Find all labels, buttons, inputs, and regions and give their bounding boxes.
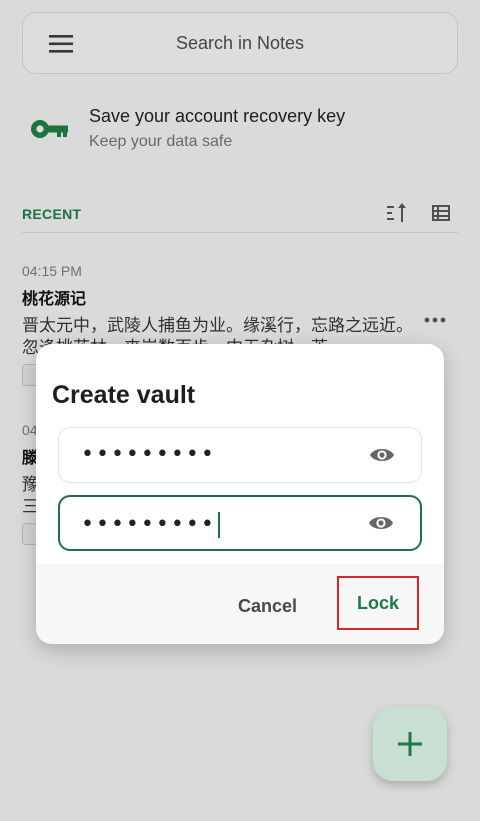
create-vault-dialog: Create vault ••••••••• ••••••••• Cancel … — [36, 344, 444, 644]
plus-icon — [398, 732, 422, 756]
eye-icon[interactable] — [368, 513, 394, 533]
password-value: ••••••••• — [81, 442, 216, 467]
text-caret — [217, 512, 220, 538]
confirm-password-field[interactable]: ••••••••• — [58, 495, 422, 551]
confirm-password-value: ••••••••• — [81, 512, 216, 537]
dialog-title: Create vault — [52, 381, 196, 409]
cancel-button[interactable]: Cancel — [238, 596, 297, 617]
lock-button[interactable]: Lock — [337, 576, 419, 630]
eye-icon[interactable] — [369, 445, 395, 465]
password-field[interactable]: ••••••••• — [58, 427, 422, 483]
add-note-button[interactable] — [373, 707, 447, 781]
